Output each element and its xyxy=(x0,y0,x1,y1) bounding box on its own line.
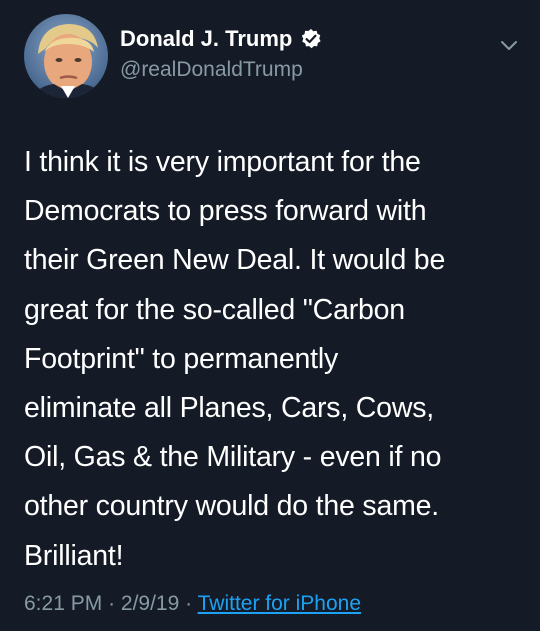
avatar-portrait-icon xyxy=(32,24,104,98)
tweet-source-link[interactable]: Twitter for iPhone xyxy=(198,592,361,615)
verified-badge-icon xyxy=(300,28,322,50)
display-name[interactable]: Donald J. Trump xyxy=(120,26,292,52)
tweet-time: 6:21 PM xyxy=(24,592,103,615)
meta-separator: · xyxy=(185,592,193,615)
tweet-text: I think it is very important for the Dem… xyxy=(24,146,446,572)
tweet-card: Donald J. Trump @realDonaldTrump I think… xyxy=(0,0,540,631)
author-name-row: Donald J. Trump xyxy=(120,26,322,52)
tweet-metadata: 6:21 PM · 2/9/19 · Twitter for iPhone xyxy=(24,592,361,616)
chevron-down-icon[interactable] xyxy=(498,34,520,56)
tweet-date[interactable]: 2/9/19 xyxy=(121,592,179,615)
meta-separator: · xyxy=(108,592,116,615)
author-handle[interactable]: @realDonaldTrump xyxy=(120,58,303,82)
profile-avatar[interactable] xyxy=(24,14,108,98)
